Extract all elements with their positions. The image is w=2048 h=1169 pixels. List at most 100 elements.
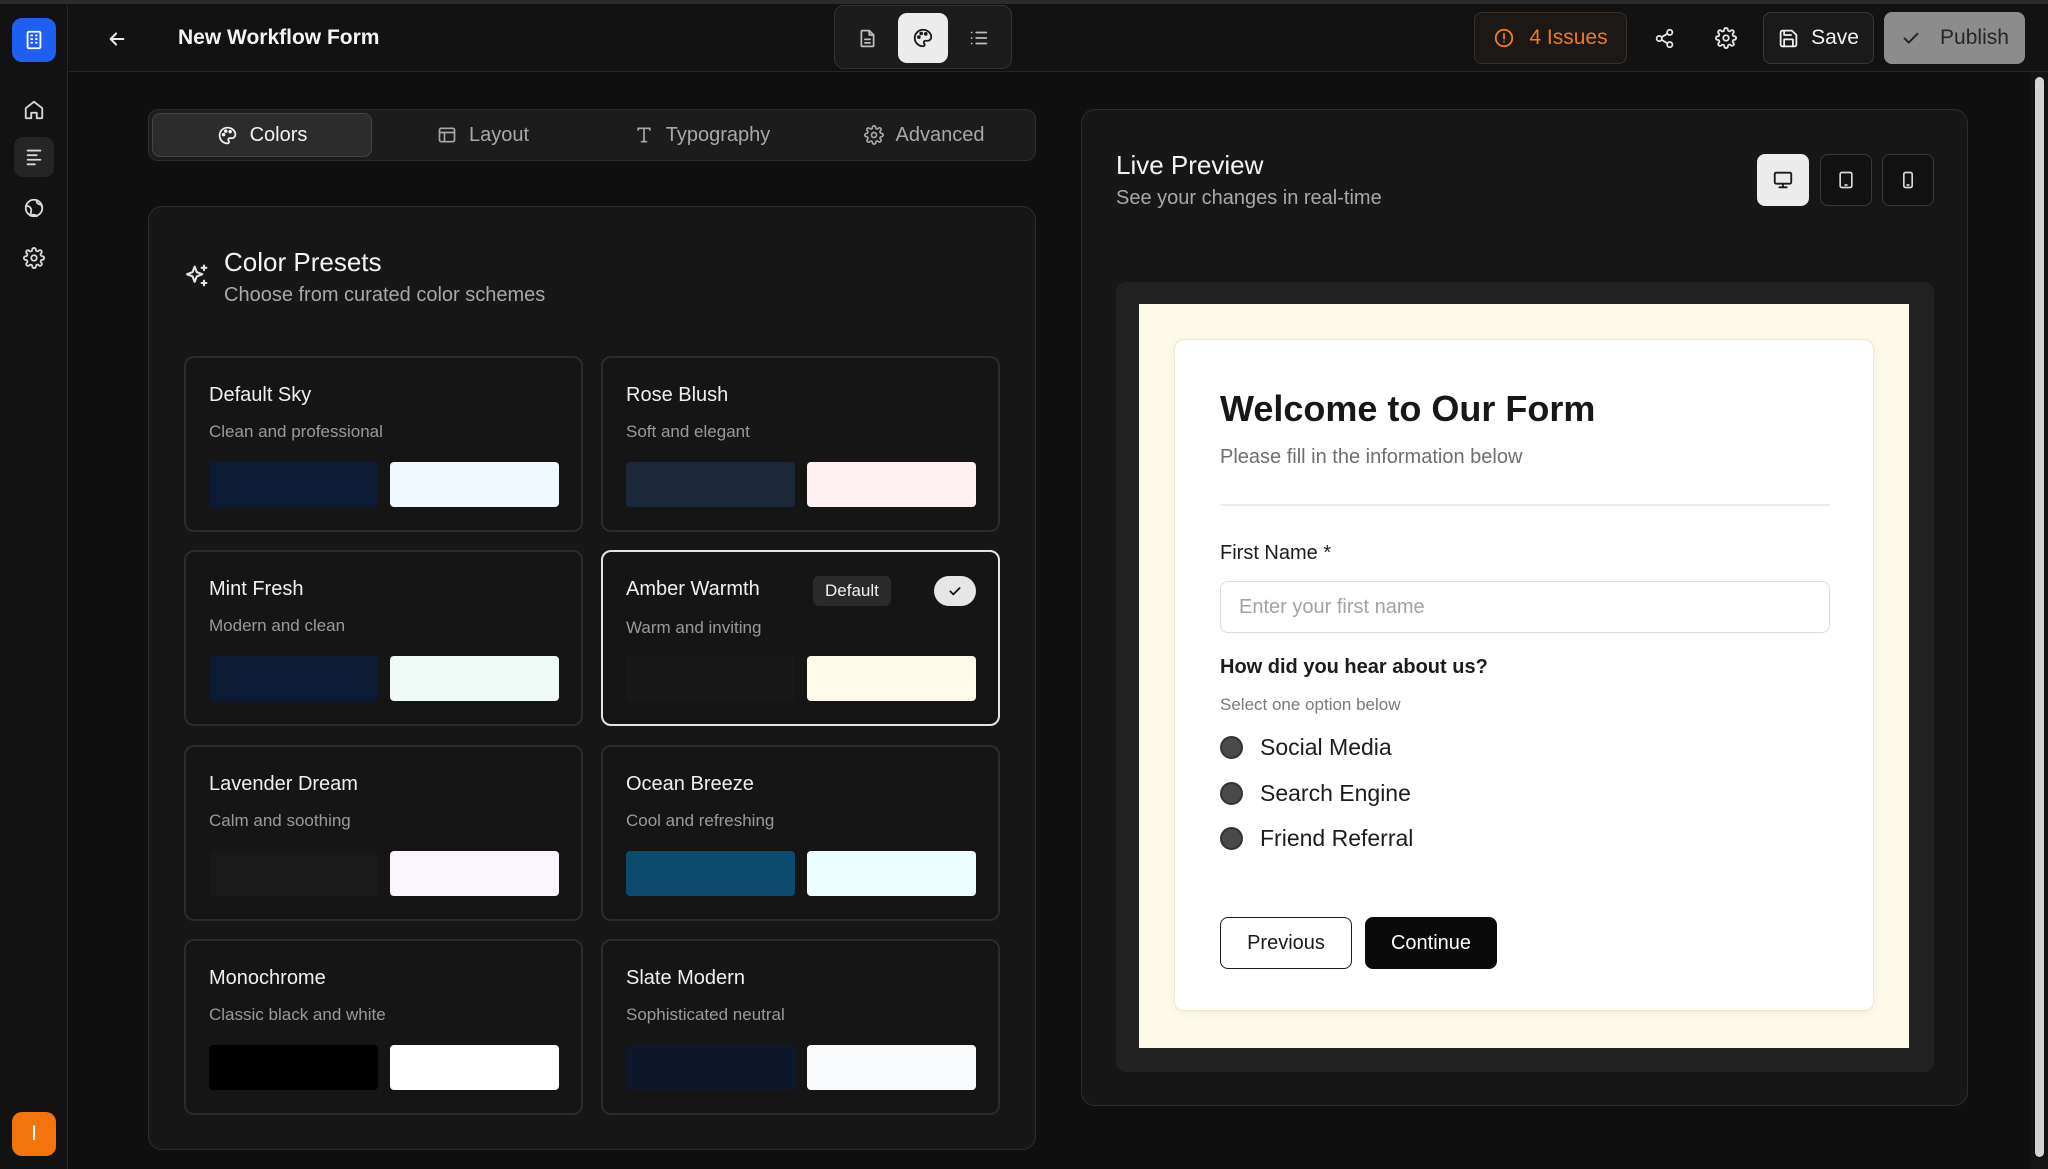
issues-button[interactable]: 4 Issues (1474, 12, 1627, 64)
color-presets-panel: Color Presets Choose from curated color … (148, 206, 1036, 1150)
share-button[interactable] (1640, 14, 1688, 62)
tab-layout[interactable]: Layout (375, 113, 591, 157)
preset-card-ocean-breeze[interactable]: Ocean Breeze Cool and refreshing (601, 745, 1000, 921)
layout-icon (437, 125, 457, 145)
preset-description: Cool and refreshing (626, 811, 775, 830)
tab-advanced[interactable]: Advanced (814, 113, 1034, 157)
device-mobile-button[interactable] (1882, 154, 1934, 206)
share-icon (1654, 28, 1675, 49)
preview-frame: Welcome to Our Form Please fill in the i… (1116, 282, 1934, 1072)
preset-swatch-primary (209, 656, 378, 701)
mode-design-button[interactable] (898, 13, 948, 63)
preset-card-amber-warmth[interactable]: Amber Warmth Default Warm and inviting (601, 550, 1000, 726)
issues-label: 4 Issues (1529, 26, 1608, 49)
radio-option-social-media[interactable]: Social Media (1220, 734, 1392, 761)
sparkles-icon (183, 262, 211, 290)
radio-option-search-engine[interactable]: Search Engine (1220, 780, 1411, 807)
form-card: Welcome to Our Form Please fill in the i… (1174, 339, 1874, 1011)
preview-canvas: Welcome to Our Form Please fill in the i… (1139, 304, 1909, 1048)
preset-card-lavender-dream[interactable]: Lavender Dream Calm and soothing (184, 745, 583, 921)
alert-circle-icon (1493, 27, 1515, 49)
preset-card-default-sky[interactable]: Default Sky Clean and professional (184, 356, 583, 532)
preset-card-mint-fresh[interactable]: Mint Fresh Modern and clean (184, 550, 583, 726)
mode-content-button[interactable] (842, 13, 892, 63)
preset-name: Amber Warmth (626, 578, 760, 600)
section-title: Color Presets (224, 247, 382, 277)
preset-name: Slate Modern (626, 967, 745, 989)
preset-swatch-primary (209, 1045, 378, 1090)
publish-label: Publish (1940, 26, 2009, 49)
gear-icon (23, 247, 45, 269)
referral-question: How did you hear about us? (1220, 656, 1488, 678)
preview-title: Live Preview (1116, 150, 1264, 180)
preset-card-rose-blush[interactable]: Rose Blush Soft and elegant (601, 356, 1000, 532)
radio-button[interactable] (1220, 827, 1243, 850)
device-tablet-button[interactable] (1820, 154, 1872, 206)
preset-card-monochrome[interactable]: Monochrome Classic black and white (184, 939, 583, 1115)
palette-icon (217, 125, 238, 146)
referral-hint: Select one option below (1220, 695, 1401, 714)
tab-colors[interactable]: Colors (152, 113, 372, 157)
page-scrollbar[interactable] (2031, 72, 2048, 1169)
mode-logic-button[interactable] (954, 13, 1004, 63)
rail-item-home[interactable] (14, 90, 54, 130)
device-desktop-button[interactable] (1757, 154, 1809, 206)
form-divider (1220, 504, 1830, 506)
side-rail: I (0, 4, 68, 1169)
previous-button[interactable]: Previous (1220, 917, 1352, 969)
preset-swatch-background (807, 1045, 976, 1090)
preset-description: Warm and inviting (626, 618, 762, 637)
first-name-input[interactable] (1220, 581, 1830, 633)
tab-typography[interactable]: Typography (592, 113, 812, 157)
radio-label: Social Media (1260, 734, 1392, 760)
radio-label: Search Engine (1260, 780, 1411, 806)
editor-mode-switch (834, 5, 1012, 69)
preset-name: Ocean Breeze (626, 773, 754, 795)
preset-name: Monochrome (209, 967, 326, 989)
radio-option-friend-referral[interactable]: Friend Referral (1220, 825, 1413, 852)
settings-button[interactable] (1702, 14, 1750, 62)
home-icon (23, 99, 45, 121)
document-icon (857, 28, 878, 49)
preset-description: Clean and professional (209, 422, 383, 441)
preset-swatch-background (807, 851, 976, 896)
radio-button[interactable] (1220, 736, 1243, 759)
rail-item-settings[interactable] (14, 238, 54, 278)
preset-description: Modern and clean (209, 616, 346, 635)
tab-layout-label: Layout (468, 123, 530, 146)
save-label: Save (1811, 26, 1859, 49)
radio-button[interactable] (1220, 782, 1243, 805)
preset-swatch-primary (626, 851, 795, 896)
preset-card-slate-modern[interactable]: Slate Modern Sophisticated neutral (601, 939, 1000, 1115)
section-subtitle: Choose from curated color schemes (224, 284, 546, 306)
gear-icon (863, 125, 884, 145)
preset-description: Classic black and white (209, 1005, 386, 1024)
preset-swatch-primary (626, 1045, 795, 1090)
back-button[interactable] (97, 19, 137, 59)
radio-label: Friend Referral (1260, 825, 1414, 851)
live-preview-panel: Live Preview See your changes in real-ti… (1081, 109, 1968, 1106)
preset-description: Sophisticated neutral (626, 1005, 785, 1024)
default-badge: Default (813, 576, 891, 606)
preset-swatch-background (390, 656, 559, 701)
preset-name: Default Sky (209, 384, 312, 406)
publish-button[interactable]: Publish (1884, 12, 2025, 64)
globe-icon (23, 197, 45, 219)
preset-swatch-primary (626, 462, 795, 507)
tab-advanced-label: Advanced (895, 123, 985, 146)
preset-swatch-background (390, 462, 559, 507)
preset-name: Mint Fresh (209, 578, 304, 600)
palette-icon (912, 27, 934, 49)
top-bar: New Workflow Form 4 Issues Save Publish (69, 4, 2048, 72)
rail-item-forms[interactable] (14, 137, 54, 177)
continue-button[interactable]: Continue (1365, 917, 1497, 969)
app-logo[interactable] (12, 18, 56, 62)
user-avatar[interactable]: I (12, 1112, 56, 1156)
rail-item-globe[interactable] (14, 188, 54, 228)
preset-swatch-primary (209, 462, 378, 507)
preset-swatch-primary (209, 851, 378, 896)
scrollbar-thumb[interactable] (2035, 77, 2044, 1157)
check-icon (1900, 27, 1922, 49)
tab-typography-label: Typography (665, 123, 771, 146)
save-button[interactable]: Save (1763, 12, 1874, 64)
